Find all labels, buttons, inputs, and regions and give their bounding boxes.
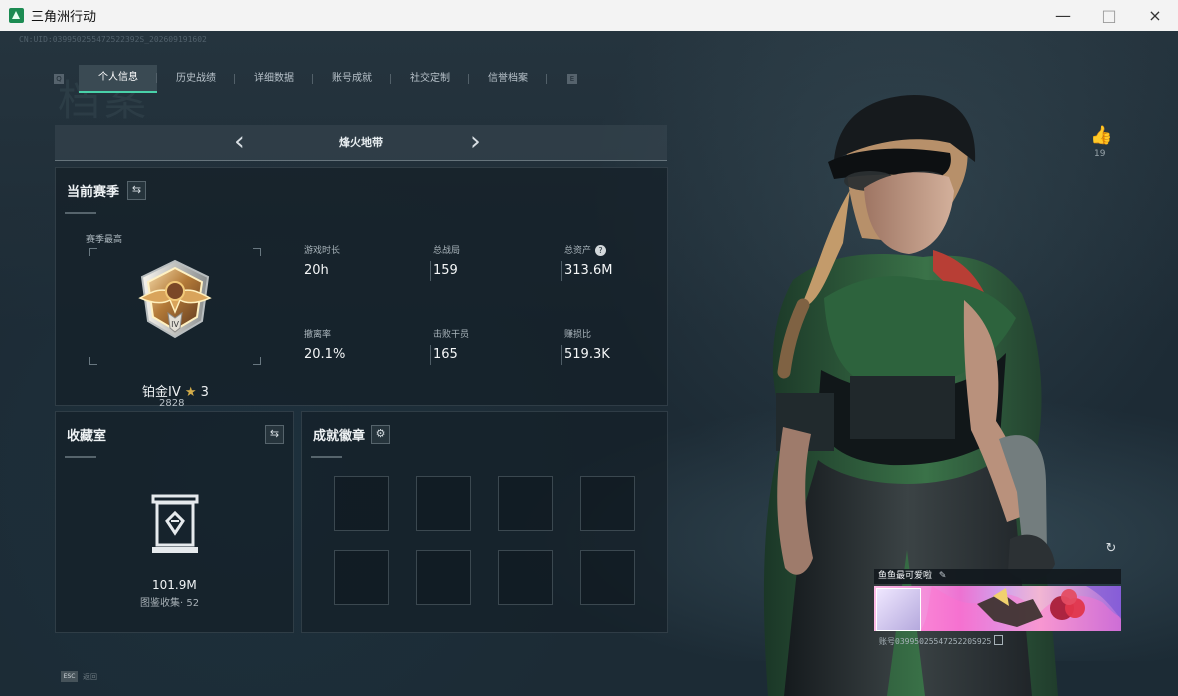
profile-tabs: Q 个人信息 历史战绩 详细数据 账号成就 社交定制 信誉档案 E	[54, 65, 584, 93]
window-titlebar: 三角洲行动 — □ ×	[0, 0, 1178, 32]
season-panel-title: 当前赛季	[67, 185, 120, 200]
account-id-label: CN:UID:039950255472522392S_202609191602	[19, 35, 207, 44]
settings-icon[interactable]: ⚙	[371, 425, 390, 444]
switch-icon[interactable]: ⇆	[127, 181, 146, 200]
tab-prev-key[interactable]: Q	[54, 74, 64, 84]
switch-icon[interactable]: ⇆	[265, 425, 284, 444]
tab-account-achievements[interactable]: 账号成就	[313, 66, 391, 92]
achievement-title: 成就徽章	[313, 429, 366, 444]
mode-next-button[interactable]: ›	[470, 128, 481, 156]
tab-social-customization[interactable]: 社交定制	[391, 66, 469, 92]
tab-history[interactable]: 历史战绩	[157, 66, 235, 92]
stat-extraction-rate: 撤离率 20.1%	[304, 328, 404, 362]
mode-prev-button[interactable]: ‹	[234, 128, 245, 156]
achievement-slot[interactable]	[334, 476, 389, 531]
stat-value: 159	[433, 263, 458, 278]
stat-play-time: 游戏时长 20h	[304, 244, 404, 278]
back-hint[interactable]: ESC 返回	[61, 671, 97, 682]
app-icon	[9, 8, 24, 23]
avatar	[876, 588, 921, 631]
achievement-grid	[334, 476, 636, 606]
player-name-row: 鱼鱼最可爱啦 ✎	[874, 569, 1121, 584]
game-viewport: CN:UID:039950255472522392S_202609191602 …	[0, 31, 1178, 696]
window-controls: — □ ×	[1040, 0, 1178, 31]
stat-value: 519.3K	[564, 347, 610, 362]
frame-corner	[89, 357, 97, 365]
stat-label: 总资产?	[564, 244, 664, 258]
title-underline	[311, 456, 342, 458]
back-label: 返回	[83, 672, 97, 681]
tab-personal-info[interactable]: 个人信息	[79, 65, 157, 93]
achievement-slot[interactable]	[580, 476, 635, 531]
stat-divider	[430, 345, 431, 365]
stat-divider	[561, 345, 562, 365]
achievement-slot[interactable]	[580, 550, 635, 605]
stat-divider	[430, 261, 431, 281]
window-title: 三角洲行动	[31, 10, 97, 25]
stat-divider	[561, 261, 562, 281]
achievement-slot[interactable]	[498, 476, 553, 531]
stat-label: 击败干员	[433, 330, 470, 340]
like-icon[interactable]: 👍	[1090, 125, 1112, 147]
rank-score: 2828	[159, 398, 185, 409]
player-card[interactable]: 鱼鱼最可爱啦 ✎ 账号0399502554725220S925	[874, 569, 1121, 651]
rank-badge-icon: IV	[138, 259, 212, 339]
rank-stars: 3	[200, 385, 209, 400]
stat-value: 313.6M	[564, 263, 613, 278]
title-underline	[65, 212, 96, 214]
tab-detailed-data[interactable]: 详细数据	[235, 66, 313, 92]
profile-banner	[874, 586, 1121, 631]
mode-title: 烽火地带	[339, 136, 383, 149]
collection-room-panel[interactable]: 收藏室 ⇆ 101.9M 图鉴收集· 52	[55, 411, 294, 633]
frame-corner	[253, 357, 261, 365]
frame-corner	[89, 248, 97, 256]
collection-caption: 图鉴收集· 52	[140, 598, 200, 609]
tab-credit-record[interactable]: 信誉档案	[469, 66, 547, 92]
stat-label: 赚损比	[564, 330, 592, 340]
achievement-slot[interactable]	[416, 550, 471, 605]
achievement-slot[interactable]	[334, 550, 389, 605]
help-icon[interactable]: ?	[595, 245, 607, 256]
stat-label: 总战局	[433, 246, 461, 256]
edit-icon[interactable]: ✎	[939, 571, 947, 581]
stat-profit-loss-ratio: 赚损比 519.3K	[561, 328, 664, 365]
title-underline	[65, 456, 96, 458]
copy-icon[interactable]	[994, 635, 1004, 645]
player-uid-text: 账号0399502554725220S925	[879, 637, 992, 646]
achievement-slot[interactable]	[498, 550, 553, 605]
stat-operators-defeated: 击败干员 165	[430, 328, 533, 365]
stat-total-matches: 总战局 159	[430, 244, 533, 281]
stat-value: 20.1%	[304, 347, 346, 362]
current-season-panel: 当前赛季 ⇆ 赛季最高 IV 铂金IV ★ 3 2828 游戏时长 20h 总战…	[55, 167, 668, 409]
player-name: 鱼鱼最可爱啦	[878, 571, 933, 581]
like-count: 19	[1094, 149, 1106, 159]
svg-text:IV: IV	[171, 320, 179, 329]
stat-value: 20h	[304, 263, 329, 278]
esc-key[interactable]: ESC	[61, 671, 78, 682]
total-assets-label: 总资产	[564, 246, 592, 256]
refresh-icon[interactable]: ↻	[1104, 542, 1118, 556]
minimize-button[interactable]: —	[1040, 0, 1086, 31]
rank-star-icon: ★	[184, 385, 197, 400]
maximize-button[interactable]: □	[1086, 0, 1132, 31]
stat-label: 撤离率	[304, 330, 332, 340]
close-button[interactable]: ×	[1132, 0, 1178, 31]
stat-total-assets: 总资产? 313.6M	[561, 244, 664, 281]
collection-title: 收藏室	[67, 429, 107, 444]
achievement-badges-panel: 成就徽章 ⚙	[301, 411, 668, 633]
vault-icon	[151, 494, 199, 553]
tab-next-key[interactable]: E	[567, 74, 577, 84]
frame-corner	[253, 248, 261, 256]
stat-label: 游戏时长	[304, 246, 341, 256]
mode-selector: ‹ 烽火地带 ›	[55, 125, 667, 161]
stat-value: 165	[433, 347, 458, 362]
collection-value: 101.9M	[152, 578, 197, 592]
achievement-slot[interactable]	[416, 476, 471, 531]
season-highest-label: 赛季最高	[86, 235, 123, 245]
player-uid: 账号0399502554725220S925	[879, 635, 1004, 647]
